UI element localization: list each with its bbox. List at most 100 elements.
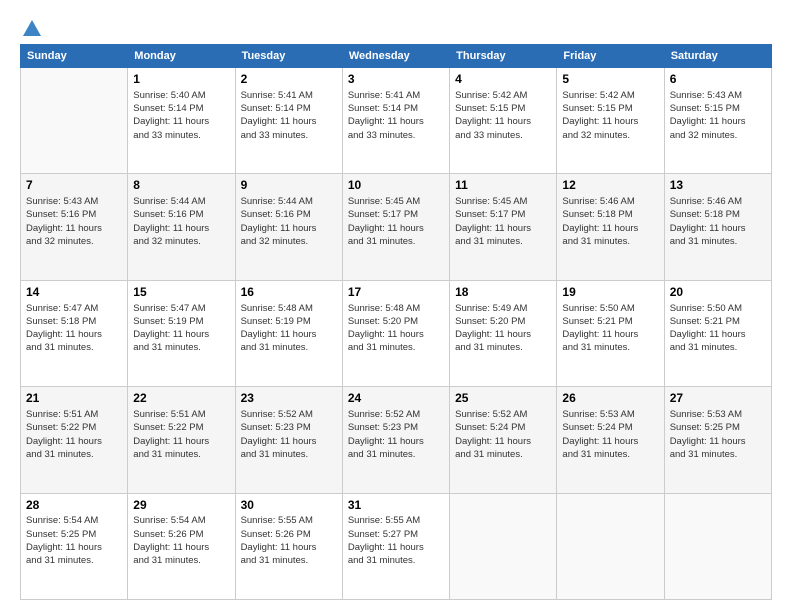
page: SundayMondayTuesdayWednesdayThursdayFrid… bbox=[0, 0, 792, 612]
calendar-cell: 24Sunrise: 5:52 AMSunset: 5:23 PMDayligh… bbox=[342, 387, 449, 493]
day-number: 24 bbox=[348, 390, 444, 407]
calendar-cell: 27Sunrise: 5:53 AMSunset: 5:25 PMDayligh… bbox=[664, 387, 771, 493]
day-info: Sunrise: 5:44 AMSunset: 5:16 PMDaylight:… bbox=[133, 195, 229, 248]
day-info: Sunrise: 5:51 AMSunset: 5:22 PMDaylight:… bbox=[133, 408, 229, 461]
day-number: 15 bbox=[133, 284, 229, 301]
day-info: Sunrise: 5:55 AMSunset: 5:27 PMDaylight:… bbox=[348, 514, 444, 567]
day-number: 6 bbox=[670, 71, 766, 88]
day-number: 23 bbox=[241, 390, 337, 407]
day-number: 3 bbox=[348, 71, 444, 88]
day-info: Sunrise: 5:42 AMSunset: 5:15 PMDaylight:… bbox=[562, 89, 658, 142]
calendar-cell: 12Sunrise: 5:46 AMSunset: 5:18 PMDayligh… bbox=[557, 174, 664, 280]
day-number: 5 bbox=[562, 71, 658, 88]
calendar-cell: 16Sunrise: 5:48 AMSunset: 5:19 PMDayligh… bbox=[235, 280, 342, 386]
day-number: 19 bbox=[562, 284, 658, 301]
calendar-cell: 22Sunrise: 5:51 AMSunset: 5:22 PMDayligh… bbox=[128, 387, 235, 493]
day-number: 26 bbox=[562, 390, 658, 407]
day-number: 20 bbox=[670, 284, 766, 301]
calendar-cell bbox=[21, 68, 128, 174]
day-info: Sunrise: 5:45 AMSunset: 5:17 PMDaylight:… bbox=[348, 195, 444, 248]
day-info: Sunrise: 5:55 AMSunset: 5:26 PMDaylight:… bbox=[241, 514, 337, 567]
day-number: 8 bbox=[133, 177, 229, 194]
calendar-cell: 13Sunrise: 5:46 AMSunset: 5:18 PMDayligh… bbox=[664, 174, 771, 280]
calendar-cell: 10Sunrise: 5:45 AMSunset: 5:17 PMDayligh… bbox=[342, 174, 449, 280]
calendar-cell: 21Sunrise: 5:51 AMSunset: 5:22 PMDayligh… bbox=[21, 387, 128, 493]
calendar-cell: 15Sunrise: 5:47 AMSunset: 5:19 PMDayligh… bbox=[128, 280, 235, 386]
calendar-cell: 8Sunrise: 5:44 AMSunset: 5:16 PMDaylight… bbox=[128, 174, 235, 280]
calendar-cell: 2Sunrise: 5:41 AMSunset: 5:14 PMDaylight… bbox=[235, 68, 342, 174]
weekday-header-thursday: Thursday bbox=[450, 45, 557, 68]
day-number: 25 bbox=[455, 390, 551, 407]
day-number: 30 bbox=[241, 497, 337, 514]
day-number: 10 bbox=[348, 177, 444, 194]
day-number: 2 bbox=[241, 71, 337, 88]
calendar-table: SundayMondayTuesdayWednesdayThursdayFrid… bbox=[20, 44, 772, 600]
weekday-header-wednesday: Wednesday bbox=[342, 45, 449, 68]
weekday-header-tuesday: Tuesday bbox=[235, 45, 342, 68]
weekday-header-friday: Friday bbox=[557, 45, 664, 68]
day-info: Sunrise: 5:43 AMSunset: 5:16 PMDaylight:… bbox=[26, 195, 122, 248]
calendar-cell: 25Sunrise: 5:52 AMSunset: 5:24 PMDayligh… bbox=[450, 387, 557, 493]
day-number: 18 bbox=[455, 284, 551, 301]
calendar-cell: 31Sunrise: 5:55 AMSunset: 5:27 PMDayligh… bbox=[342, 493, 449, 599]
calendar-cell: 26Sunrise: 5:53 AMSunset: 5:24 PMDayligh… bbox=[557, 387, 664, 493]
day-info: Sunrise: 5:40 AMSunset: 5:14 PMDaylight:… bbox=[133, 89, 229, 142]
day-number: 14 bbox=[26, 284, 122, 301]
calendar-week-row: 21Sunrise: 5:51 AMSunset: 5:22 PMDayligh… bbox=[21, 387, 772, 493]
calendar-cell: 4Sunrise: 5:42 AMSunset: 5:15 PMDaylight… bbox=[450, 68, 557, 174]
day-info: Sunrise: 5:50 AMSunset: 5:21 PMDaylight:… bbox=[562, 302, 658, 355]
day-number: 16 bbox=[241, 284, 337, 301]
calendar-cell: 19Sunrise: 5:50 AMSunset: 5:21 PMDayligh… bbox=[557, 280, 664, 386]
day-number: 17 bbox=[348, 284, 444, 301]
calendar-cell: 14Sunrise: 5:47 AMSunset: 5:18 PMDayligh… bbox=[21, 280, 128, 386]
day-number: 1 bbox=[133, 71, 229, 88]
logo-icon bbox=[21, 18, 43, 40]
day-number: 22 bbox=[133, 390, 229, 407]
weekday-header-saturday: Saturday bbox=[664, 45, 771, 68]
day-info: Sunrise: 5:52 AMSunset: 5:23 PMDaylight:… bbox=[348, 408, 444, 461]
day-info: Sunrise: 5:48 AMSunset: 5:19 PMDaylight:… bbox=[241, 302, 337, 355]
day-info: Sunrise: 5:46 AMSunset: 5:18 PMDaylight:… bbox=[562, 195, 658, 248]
calendar-cell bbox=[557, 493, 664, 599]
day-number: 27 bbox=[670, 390, 766, 407]
calendar-week-row: 7Sunrise: 5:43 AMSunset: 5:16 PMDaylight… bbox=[21, 174, 772, 280]
calendar-cell: 1Sunrise: 5:40 AMSunset: 5:14 PMDaylight… bbox=[128, 68, 235, 174]
logo bbox=[20, 18, 44, 36]
day-info: Sunrise: 5:53 AMSunset: 5:25 PMDaylight:… bbox=[670, 408, 766, 461]
day-number: 13 bbox=[670, 177, 766, 194]
day-number: 7 bbox=[26, 177, 122, 194]
day-info: Sunrise: 5:47 AMSunset: 5:18 PMDaylight:… bbox=[26, 302, 122, 355]
day-info: Sunrise: 5:51 AMSunset: 5:22 PMDaylight:… bbox=[26, 408, 122, 461]
day-info: Sunrise: 5:54 AMSunset: 5:26 PMDaylight:… bbox=[133, 514, 229, 567]
calendar-cell: 5Sunrise: 5:42 AMSunset: 5:15 PMDaylight… bbox=[557, 68, 664, 174]
calendar-week-row: 28Sunrise: 5:54 AMSunset: 5:25 PMDayligh… bbox=[21, 493, 772, 599]
day-info: Sunrise: 5:44 AMSunset: 5:16 PMDaylight:… bbox=[241, 195, 337, 248]
calendar-cell: 17Sunrise: 5:48 AMSunset: 5:20 PMDayligh… bbox=[342, 280, 449, 386]
day-info: Sunrise: 5:41 AMSunset: 5:14 PMDaylight:… bbox=[348, 89, 444, 142]
day-number: 9 bbox=[241, 177, 337, 194]
day-info: Sunrise: 5:50 AMSunset: 5:21 PMDaylight:… bbox=[670, 302, 766, 355]
calendar-week-row: 14Sunrise: 5:47 AMSunset: 5:18 PMDayligh… bbox=[21, 280, 772, 386]
day-number: 12 bbox=[562, 177, 658, 194]
day-number: 31 bbox=[348, 497, 444, 514]
day-info: Sunrise: 5:53 AMSunset: 5:24 PMDaylight:… bbox=[562, 408, 658, 461]
header bbox=[20, 18, 772, 36]
calendar-cell: 20Sunrise: 5:50 AMSunset: 5:21 PMDayligh… bbox=[664, 280, 771, 386]
day-info: Sunrise: 5:54 AMSunset: 5:25 PMDaylight:… bbox=[26, 514, 122, 567]
day-info: Sunrise: 5:49 AMSunset: 5:20 PMDaylight:… bbox=[455, 302, 551, 355]
day-number: 28 bbox=[26, 497, 122, 514]
day-info: Sunrise: 5:52 AMSunset: 5:23 PMDaylight:… bbox=[241, 408, 337, 461]
day-info: Sunrise: 5:48 AMSunset: 5:20 PMDaylight:… bbox=[348, 302, 444, 355]
day-number: 11 bbox=[455, 177, 551, 194]
day-number: 29 bbox=[133, 497, 229, 514]
day-info: Sunrise: 5:52 AMSunset: 5:24 PMDaylight:… bbox=[455, 408, 551, 461]
day-info: Sunrise: 5:41 AMSunset: 5:14 PMDaylight:… bbox=[241, 89, 337, 142]
calendar-header-row: SundayMondayTuesdayWednesdayThursdayFrid… bbox=[21, 45, 772, 68]
weekday-header-monday: Monday bbox=[128, 45, 235, 68]
weekday-header-sunday: Sunday bbox=[21, 45, 128, 68]
calendar-cell: 23Sunrise: 5:52 AMSunset: 5:23 PMDayligh… bbox=[235, 387, 342, 493]
calendar-cell: 7Sunrise: 5:43 AMSunset: 5:16 PMDaylight… bbox=[21, 174, 128, 280]
calendar-cell: 29Sunrise: 5:54 AMSunset: 5:26 PMDayligh… bbox=[128, 493, 235, 599]
calendar-cell bbox=[664, 493, 771, 599]
calendar-week-row: 1Sunrise: 5:40 AMSunset: 5:14 PMDaylight… bbox=[21, 68, 772, 174]
